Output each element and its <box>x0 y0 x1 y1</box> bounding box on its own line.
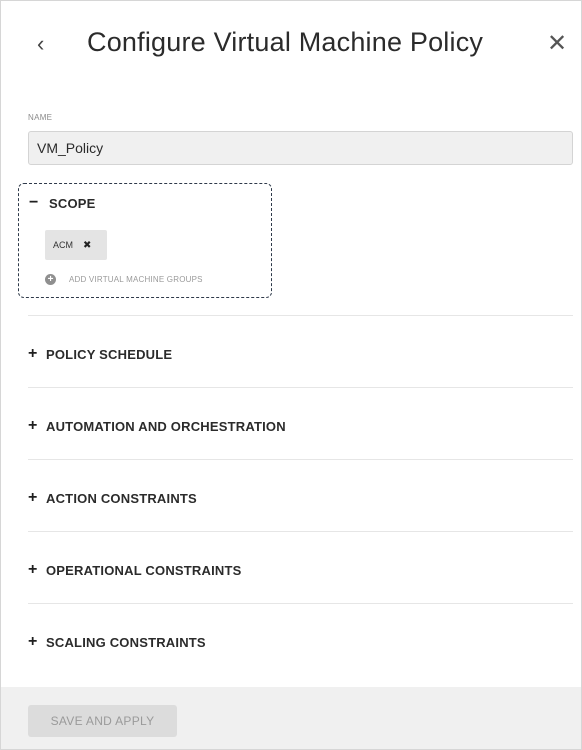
panel-footer: SAVE AND APPLY <box>1 687 581 749</box>
name-input[interactable] <box>28 131 573 165</box>
divider <box>28 387 573 388</box>
expand-icon: + <box>28 561 38 578</box>
section-scaling-constraints[interactable]: + SCALING CONSTRAINTS <box>28 633 206 651</box>
scope-chip: ACM ✖ <box>45 230 107 260</box>
name-label: NAME <box>28 113 53 122</box>
expand-icon: + <box>28 345 38 362</box>
divider <box>28 603 573 604</box>
chip-label: ACM <box>53 240 73 250</box>
policy-panel: ‹ Configure Virtual Machine Policy ✕ NAM… <box>0 0 582 750</box>
collapse-icon: − <box>29 194 39 211</box>
expand-icon: + <box>28 489 38 506</box>
close-icon[interactable]: ✕ <box>547 31 569 57</box>
divider <box>28 531 573 532</box>
add-circle-icon: + <box>45 274 56 285</box>
chevron-left-icon[interactable]: ‹ <box>37 31 55 57</box>
scope-toggle[interactable]: − SCOPE <box>29 194 96 212</box>
divider <box>28 315 573 316</box>
section-label: OPERATIONAL CONSTRAINTS <box>46 562 242 578</box>
section-operational-constraints[interactable]: + OPERATIONAL CONSTRAINTS <box>28 561 242 579</box>
scope-section: − SCOPE ACM ✖ + ADD VIRTUAL MACHINE GROU… <box>18 183 272 298</box>
section-label: POLICY SCHEDULE <box>46 346 173 362</box>
divider <box>28 459 573 460</box>
panel-header: ‹ Configure Virtual Machine Policy ✕ <box>1 1 581 93</box>
save-and-apply-button[interactable]: SAVE AND APPLY <box>28 705 177 737</box>
expand-icon: + <box>28 633 38 650</box>
chip-remove-icon[interactable]: ✖ <box>83 240 91 251</box>
page-title: Configure Virtual Machine Policy <box>87 27 484 57</box>
add-vm-groups-button[interactable]: + ADD VIRTUAL MACHINE GROUPS <box>45 274 203 285</box>
section-label: SCALING CONSTRAINTS <box>46 634 206 650</box>
expand-icon: + <box>28 417 38 434</box>
scope-label: SCOPE <box>49 195 96 211</box>
section-policy-schedule[interactable]: + POLICY SCHEDULE <box>28 345 172 363</box>
add-groups-label: ADD VIRTUAL MACHINE GROUPS <box>69 275 203 284</box>
section-automation-orchestration[interactable]: + AUTOMATION AND ORCHESTRATION <box>28 417 286 435</box>
section-label: AUTOMATION AND ORCHESTRATION <box>46 418 286 434</box>
section-label: ACTION CONSTRAINTS <box>46 490 197 506</box>
section-action-constraints[interactable]: + ACTION CONSTRAINTS <box>28 489 197 507</box>
